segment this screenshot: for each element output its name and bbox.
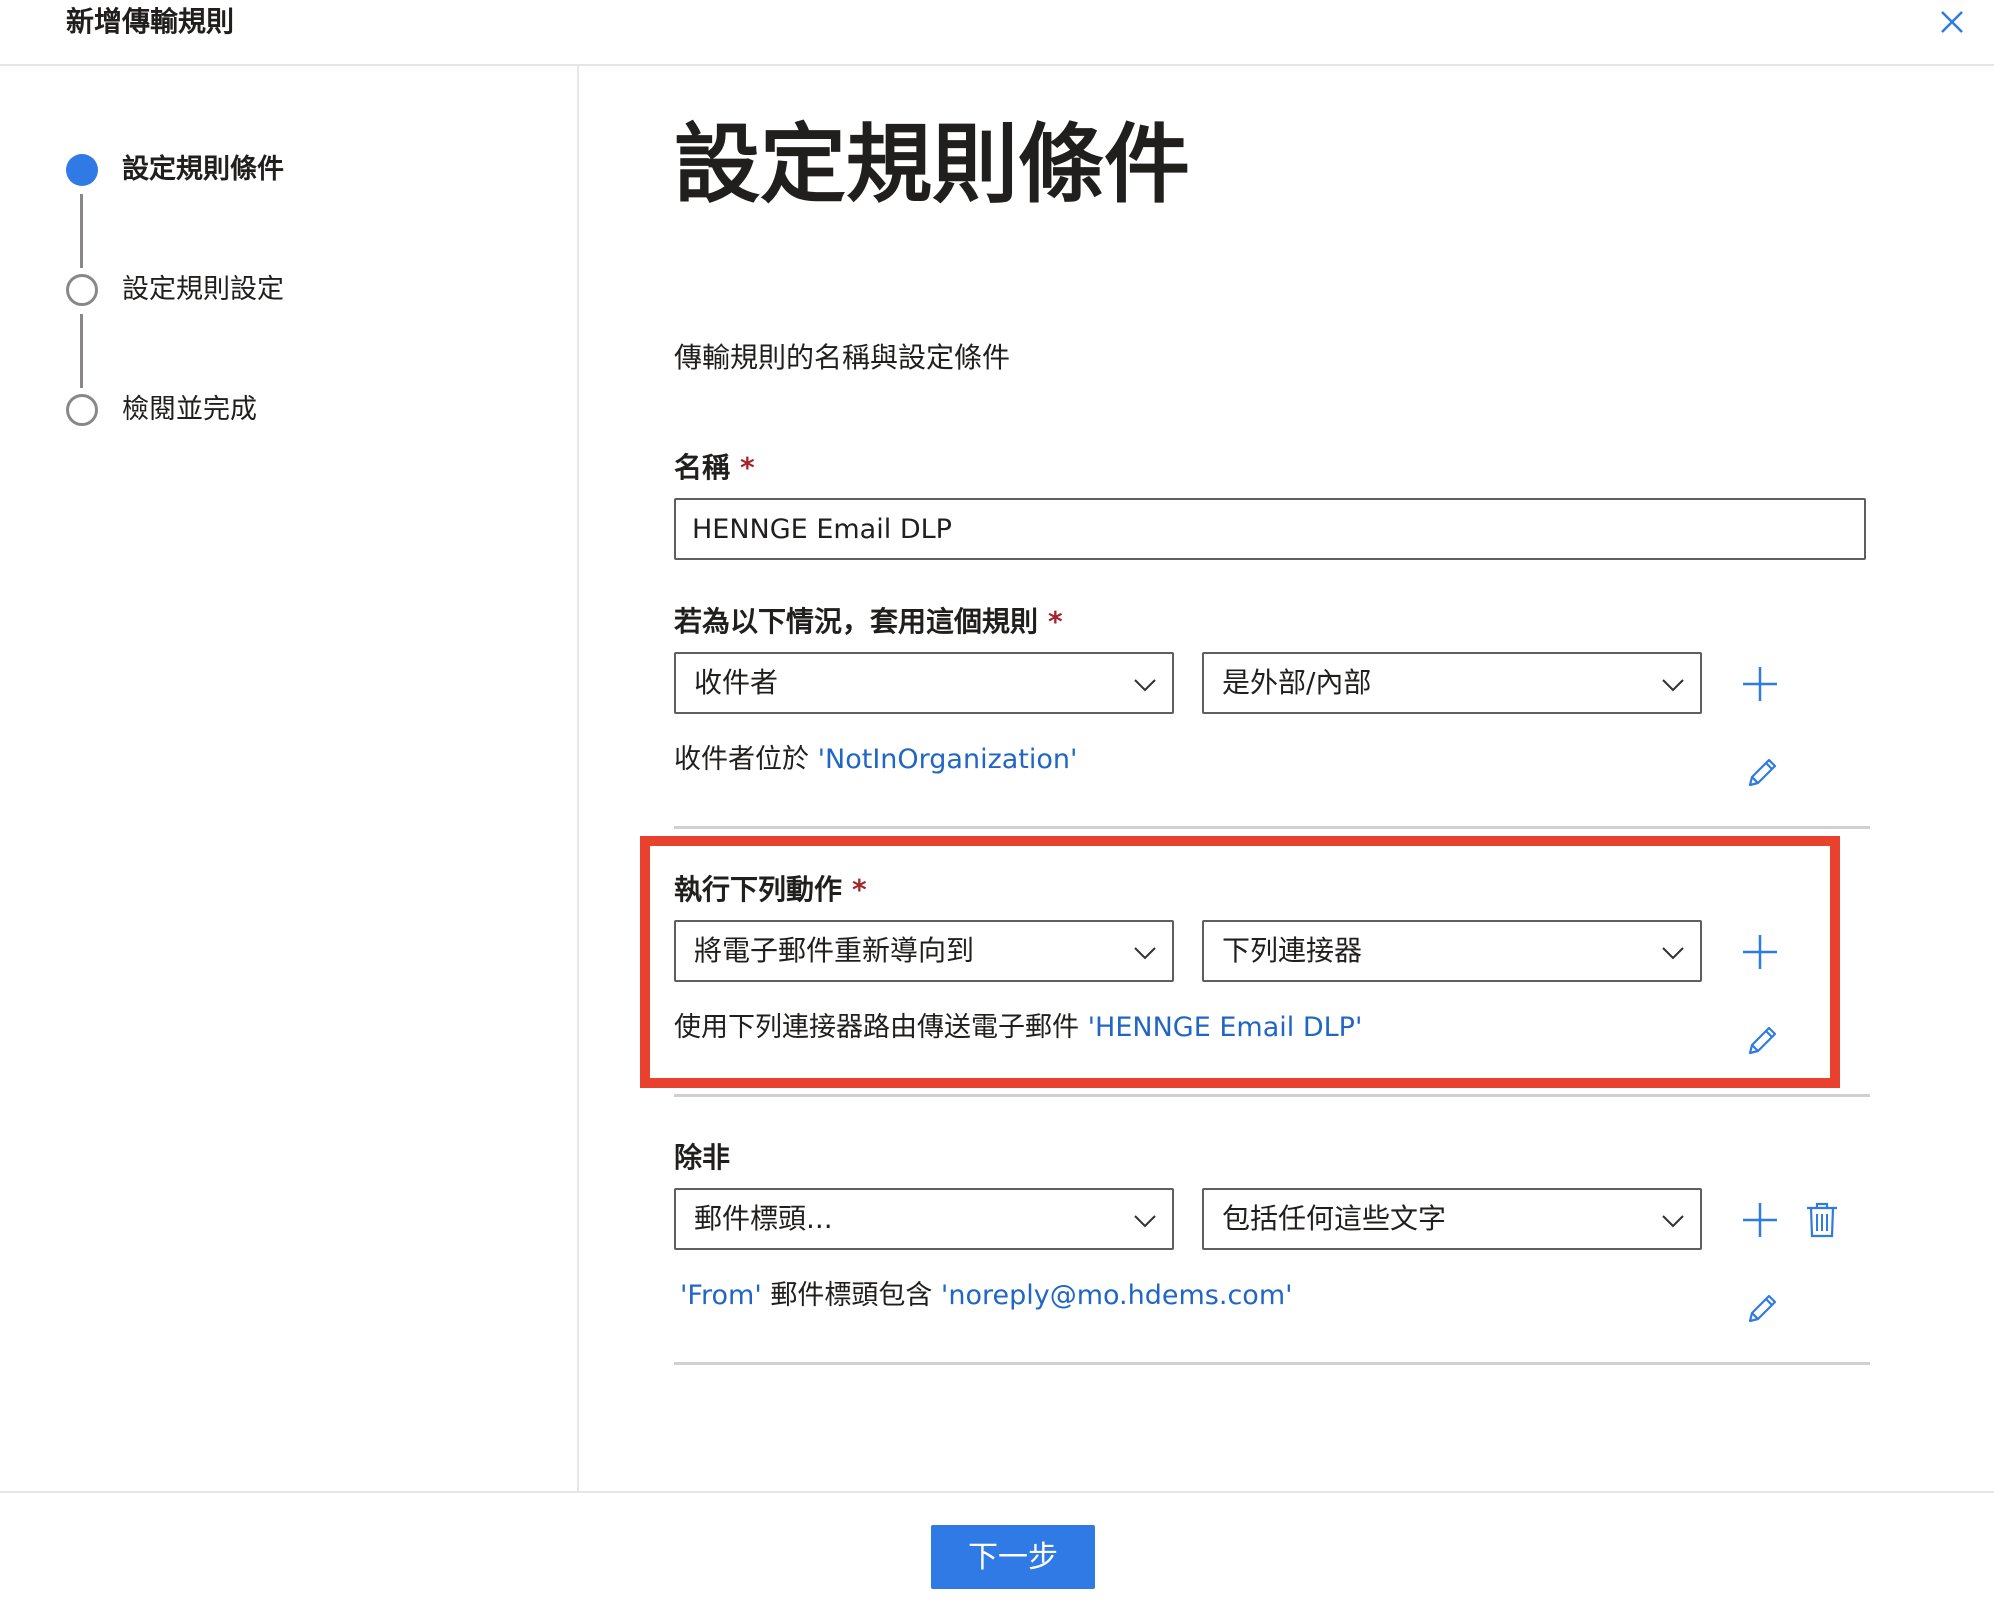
pencil-icon bbox=[1748, 1294, 1777, 1323]
condition-value-link[interactable]: 'NotInOrganization' bbox=[818, 744, 1078, 775]
name-label-text: 名稱 bbox=[674, 451, 731, 484]
step-label: 設定規則條件 bbox=[122, 154, 284, 185]
dialog-title: 新增傳輸規則 bbox=[66, 5, 235, 38]
next-button[interactable]: 下一步 bbox=[931, 1525, 1095, 1589]
chevron-down-icon bbox=[1132, 1207, 1158, 1233]
header-value-link[interactable]: 'noreply@mo.hdems.com' bbox=[941, 1280, 1293, 1311]
step-label: 檢閱並完成 bbox=[122, 394, 257, 425]
exception-dropdown[interactable]: 郵件標頭... bbox=[674, 1188, 1174, 1250]
page-subtitle: 傳輸規則的名稱與設定條件 bbox=[674, 341, 1011, 374]
plus-icon bbox=[1743, 935, 1777, 969]
header-name-link[interactable]: 'From' bbox=[680, 1280, 762, 1311]
apply-condition-label: 若為以下情況，套用這個規則 * bbox=[674, 602, 1063, 642]
exception-value-dropdown[interactable]: 包括任何這些文字 bbox=[1202, 1188, 1702, 1250]
plus-icon bbox=[1743, 1203, 1777, 1237]
edit-exception-button[interactable] bbox=[1742, 1288, 1782, 1328]
chevron-down-icon bbox=[1132, 671, 1158, 697]
wizard-steps: 設定規則條件 設定規則設定 檢閱並完成 bbox=[0, 66, 579, 1491]
action-summary-text: 使用下列連接器路由傳送電子郵件 bbox=[674, 1012, 1088, 1043]
trash-icon bbox=[1807, 1202, 1837, 1238]
apply-condition-label-text: 若為以下情況，套用這個規則 bbox=[674, 605, 1039, 638]
exception-summary: 'From' 郵件標頭包含 'noreply@mo.hdems.com' bbox=[680, 1276, 1293, 1316]
dialog-header: 新增傳輸規則 bbox=[0, 0, 1994, 66]
pencil-icon bbox=[1748, 1026, 1777, 1055]
chevron-down-icon bbox=[1132, 939, 1158, 965]
action-target-dropdown-value: 下列連接器 bbox=[1222, 934, 1363, 967]
action-label: 執行下列動作 * bbox=[674, 870, 867, 910]
exception-summary-text: 郵件標頭包含 bbox=[761, 1280, 941, 1311]
required-mark: * bbox=[740, 451, 755, 484]
condition-dropdown-value: 收件者 bbox=[694, 666, 779, 699]
step-inactive-dot bbox=[66, 394, 98, 426]
add-action-button[interactable] bbox=[1740, 932, 1780, 972]
action-target-dropdown[interactable]: 下列連接器 bbox=[1202, 920, 1702, 982]
name-label: 名稱 * bbox=[674, 448, 755, 488]
dialog-footer: 下一步 bbox=[0, 1491, 1994, 1620]
action-label-text: 執行下列動作 bbox=[674, 873, 843, 906]
step-active-dot bbox=[66, 154, 98, 186]
page-title: 設定規則條件 bbox=[674, 115, 1190, 215]
chevron-down-icon bbox=[1660, 939, 1686, 965]
chevron-down-icon bbox=[1660, 1207, 1686, 1233]
exception-dropdown-value: 郵件標頭... bbox=[694, 1202, 833, 1235]
required-mark: * bbox=[1048, 605, 1063, 638]
section-divider bbox=[674, 1362, 1870, 1365]
action-dropdown-value: 將電子郵件重新導向到 bbox=[694, 934, 975, 967]
step-connector bbox=[80, 314, 83, 388]
condition-value-dropdown-value: 是外部/內部 bbox=[1222, 666, 1372, 699]
action-dropdown[interactable]: 將電子郵件重新導向到 bbox=[674, 920, 1174, 982]
add-condition-button[interactable] bbox=[1740, 664, 1780, 704]
condition-dropdown[interactable]: 收件者 bbox=[674, 652, 1174, 714]
exception-value-dropdown-value: 包括任何這些文字 bbox=[1222, 1202, 1447, 1235]
required-mark: * bbox=[852, 873, 867, 906]
step-inactive-dot bbox=[66, 274, 98, 306]
edit-action-button[interactable] bbox=[1742, 1020, 1782, 1060]
step-connector bbox=[80, 194, 83, 268]
close-button[interactable] bbox=[1934, 4, 1970, 40]
plus-icon bbox=[1743, 667, 1777, 701]
condition-summary-text: 收件者位於 bbox=[674, 744, 818, 775]
condition-summary: 收件者位於 'NotInOrganization' bbox=[674, 740, 1077, 780]
step-label: 設定規則設定 bbox=[122, 274, 284, 305]
name-input[interactable] bbox=[674, 498, 1866, 560]
add-exception-button[interactable] bbox=[1740, 1200, 1780, 1240]
close-icon bbox=[1941, 11, 1963, 33]
condition-value-dropdown[interactable]: 是外部/內部 bbox=[1202, 652, 1702, 714]
delete-exception-button[interactable] bbox=[1802, 1200, 1842, 1240]
pencil-icon bbox=[1748, 758, 1777, 787]
exception-label: 除非 bbox=[674, 1141, 731, 1174]
edit-condition-button[interactable] bbox=[1742, 752, 1782, 792]
connector-link[interactable]: 'HENNGE Email DLP' bbox=[1088, 1012, 1363, 1043]
section-divider bbox=[674, 1094, 1870, 1097]
chevron-down-icon bbox=[1660, 671, 1686, 697]
section-divider bbox=[674, 826, 1870, 829]
action-summary: 使用下列連接器路由傳送電子郵件 'HENNGE Email DLP' bbox=[674, 1008, 1362, 1048]
